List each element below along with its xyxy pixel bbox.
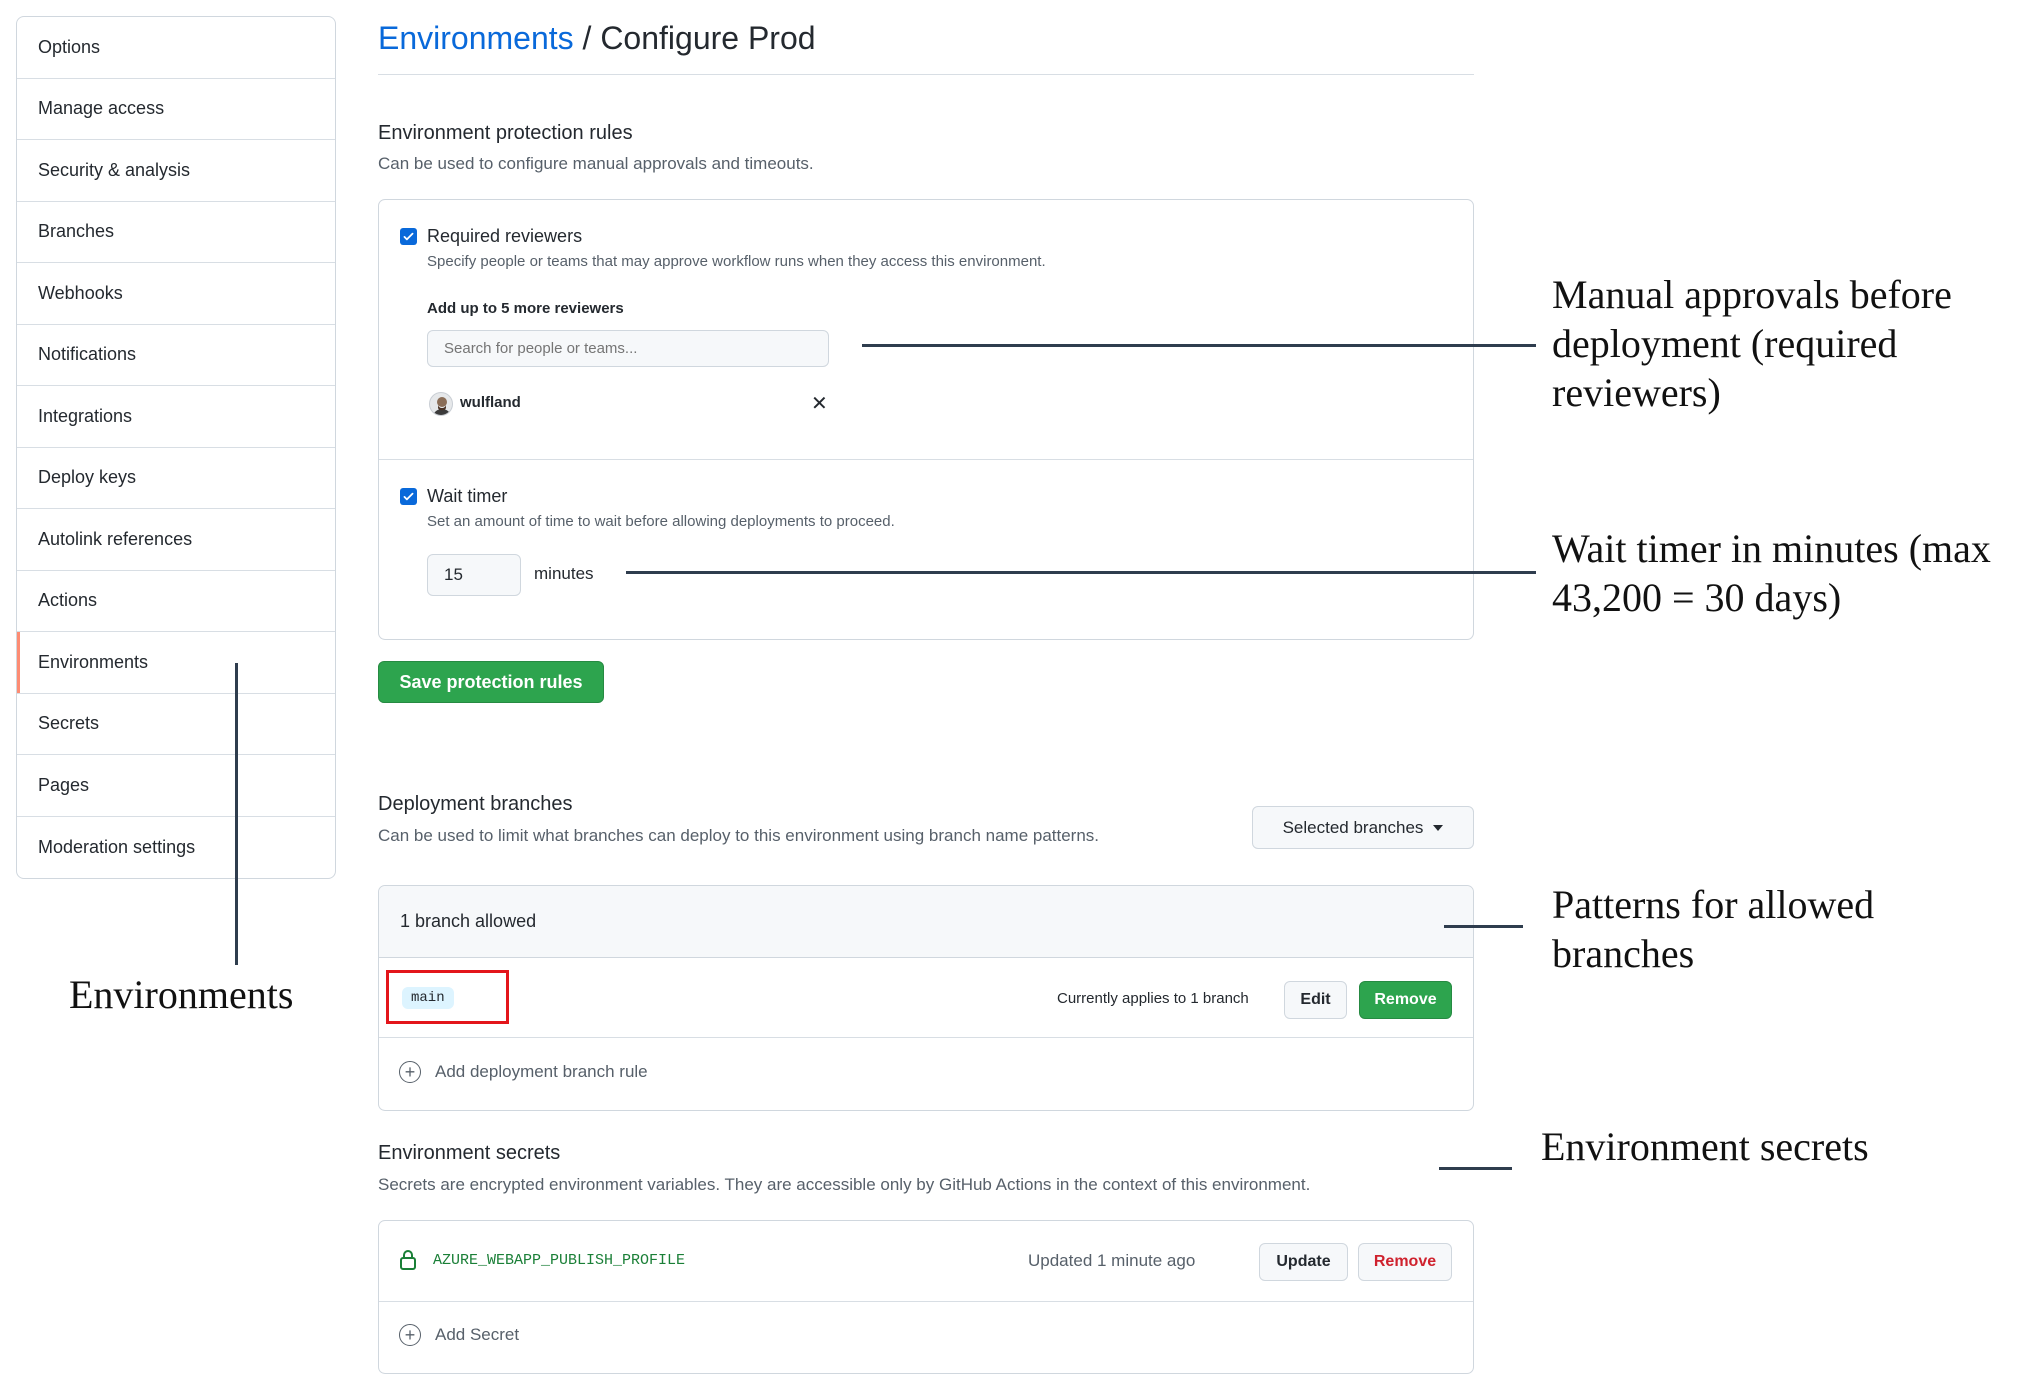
deployment-branches-description: Can be used to limit what branches can d…: [378, 826, 1100, 845]
add-reviewers-label: Add up to 5 more reviewers: [427, 300, 624, 317]
wait-timer-checkbox[interactable]: [400, 488, 417, 505]
sidebar-item-moderation-settings[interactable]: Moderation settings: [17, 817, 335, 879]
wait-timer-unit: minutes: [534, 564, 594, 583]
sidebar-item-label: Notifications: [38, 344, 137, 365]
environment-secrets-description: Secrets are encrypted environment variab…: [378, 1175, 1311, 1194]
breadcrumb-environments-link[interactable]: Environments: [378, 20, 574, 56]
protection-rules-heading: Environment protection rules: [378, 122, 633, 144]
caret-down-icon: [1433, 824, 1444, 831]
add-secret-label: Add Secret: [435, 1325, 520, 1344]
reviewer-search-input[interactable]: [427, 330, 829, 367]
sidebar-item-label: Options: [38, 36, 101, 57]
sidebar-item-label: Secrets: [38, 713, 100, 734]
add-deployment-branch-rule-link[interactable]: + Add deployment branch rule: [399, 1061, 648, 1083]
page-title-text: Configure Prod: [600, 20, 816, 56]
secret-updated-time: Updated 1 minute ago: [1028, 1251, 1196, 1270]
annotation-line-branches: [1444, 925, 1523, 928]
checkmark-icon: [403, 232, 414, 241]
annotation-line-secrets: [1439, 1167, 1512, 1170]
update-secret-button[interactable]: Update: [1259, 1243, 1348, 1281]
sidebar-item-secrets[interactable]: Secrets: [17, 694, 335, 755]
sidebar-item-label: Autolink references: [38, 528, 193, 549]
sidebar-item-options[interactable]: Options: [17, 17, 335, 79]
sidebar-item-label: Webhooks: [38, 282, 123, 303]
branch-pattern-pill: main: [402, 987, 454, 1009]
branch-rule-applies-text: Currently applies to 1 branch: [1057, 990, 1249, 1007]
sidebar-item-branches[interactable]: Branches: [17, 202, 335, 263]
save-protection-rules-button[interactable]: Save protection rules: [378, 661, 604, 703]
reviewers-divider: [379, 459, 1473, 460]
environment-secrets-box: AZURE_WEBAPP_PUBLISH_PROFILE Updated 1 m…: [378, 1220, 1474, 1374]
reviewer-username: wulfland: [460, 394, 521, 411]
sidebar-item-label: Security & analysis: [38, 159, 191, 180]
branches-allowed-header: 1 branch allowed: [379, 886, 1473, 958]
breadcrumb-separator: /: [573, 20, 601, 56]
sidebar-item-label: Integrations: [38, 405, 133, 426]
annotation-line-wait-timer: [626, 571, 1536, 574]
branches-allowed-count: 1 branch allowed: [400, 911, 537, 931]
remove-reviewer-x-icon[interactable]: ✕: [811, 391, 828, 416]
wait-timer-label: Wait timer: [427, 486, 508, 506]
branch-rule-divider: [379, 1037, 1473, 1038]
sidebar-item-pages[interactable]: Pages: [17, 755, 335, 817]
sidebar-item-label: Moderation settings: [38, 836, 196, 857]
sidebar-item-label: Actions: [38, 590, 98, 611]
secret-name: AZURE_WEBAPP_PUBLISH_PROFILE: [433, 1252, 686, 1269]
annotation-line-environments: [235, 663, 238, 965]
sidebar-item-environments[interactable]: Environments: [17, 632, 335, 694]
lock-icon: [400, 1250, 416, 1270]
edit-branch-rule-button[interactable]: Edit: [1284, 981, 1347, 1019]
sidebar-item-label: Deploy keys: [38, 467, 137, 488]
secret-row-divider: [379, 1301, 1473, 1302]
remove-secret-button[interactable]: Remove: [1358, 1243, 1452, 1281]
annotation-reviewers: Manual approvals before deployment (requ…: [1552, 272, 1952, 415]
sidebar-item-actions[interactable]: Actions: [17, 571, 335, 632]
environment-secrets-heading: Environment secrets: [378, 1142, 561, 1164]
sidebar-item-manage-access[interactable]: Manage access: [17, 79, 335, 140]
sidebar-item-integrations[interactable]: Integrations: [17, 386, 335, 448]
annotation-line-reviewers: [862, 344, 1536, 347]
sidebar-item-label: Manage access: [38, 98, 165, 119]
remove-branch-rule-button[interactable]: Remove: [1359, 981, 1452, 1019]
avatar-image: [433, 397, 451, 415]
branch-policy-dropdown-label: Selected branches: [1282, 817, 1424, 837]
plus-circle-icon: +: [399, 1061, 421, 1083]
add-secret-link[interactable]: + Add Secret: [399, 1324, 519, 1346]
sidebar-item-label: Pages: [38, 774, 90, 795]
annotation-branches: Patterns for allowed branches: [1552, 882, 1875, 976]
deployment-branches-heading: Deployment branches: [378, 793, 573, 815]
add-branch-rule-label: Add deployment branch rule: [435, 1062, 648, 1081]
annotation-wait-timer: Wait timer in minutes (max 43,200 = 30 d…: [1552, 526, 1991, 620]
settings-sidebar: Options Manage access Security & analysi…: [16, 16, 336, 879]
annotation-environments: Environments: [69, 972, 294, 1017]
checkmark-icon: [403, 492, 414, 501]
sidebar-item-label: Branches: [38, 221, 115, 242]
sidebar-item-webhooks[interactable]: Webhooks: [17, 263, 335, 325]
sidebar-item-autolink-references[interactable]: Autolink references: [17, 509, 335, 571]
required-reviewers-checkbox[interactable]: [400, 228, 417, 245]
required-reviewers-description: Specify people or teams that may approve…: [427, 253, 1046, 270]
user-avatar: [429, 392, 453, 416]
title-divider: [378, 74, 1474, 75]
annotation-secrets: Environment secrets: [1541, 1124, 1869, 1169]
sidebar-item-label: Environments: [38, 651, 149, 672]
wait-timer-minutes-input[interactable]: 15: [427, 554, 521, 596]
protection-rules-description: Can be used to configure manual approval…: [378, 154, 814, 173]
required-reviewers-label: Required reviewers: [427, 226, 583, 246]
page-title: Environments / Configure Prod: [378, 20, 816, 57]
sidebar-item-notifications[interactable]: Notifications: [17, 325, 335, 386]
plus-circle-icon: +: [399, 1324, 421, 1346]
wait-timer-description: Set an amount of time to wait before all…: [427, 513, 895, 530]
branch-policy-dropdown[interactable]: Selected branches: [1252, 806, 1474, 849]
sidebar-item-deploy-keys[interactable]: Deploy keys: [17, 448, 335, 509]
sidebar-item-security-analysis[interactable]: Security & analysis: [17, 140, 335, 202]
deployment-branches-box: 1 branch allowed main Currently applies …: [378, 885, 1474, 1111]
